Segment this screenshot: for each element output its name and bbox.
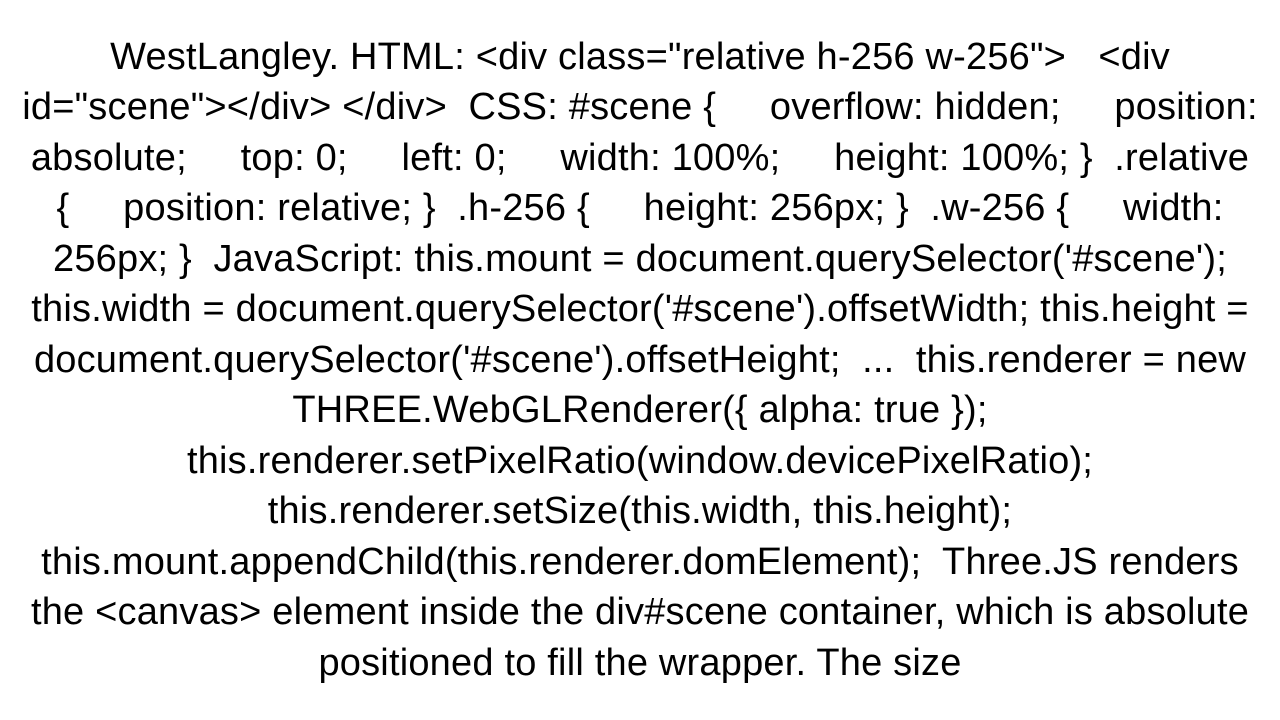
document-viewport: WestLangley. HTML: <div class="relative … <box>0 0 1280 720</box>
body-text: WestLangley. HTML: <div class="relative … <box>20 32 1260 689</box>
